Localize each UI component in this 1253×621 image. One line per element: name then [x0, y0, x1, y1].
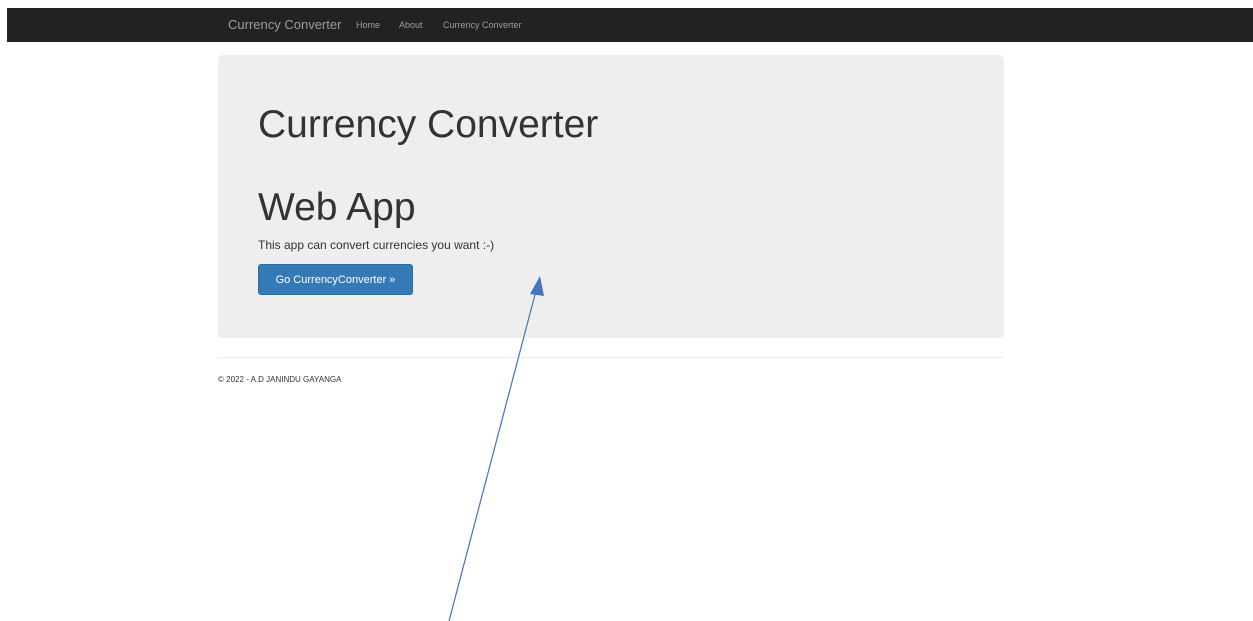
page: Currency Converter Home About Currency C… [0, 0, 1253, 621]
annotation-arrow-head [530, 276, 544, 296]
annotation-arrow-line [448, 286, 538, 621]
annotation-arrow [448, 276, 544, 621]
